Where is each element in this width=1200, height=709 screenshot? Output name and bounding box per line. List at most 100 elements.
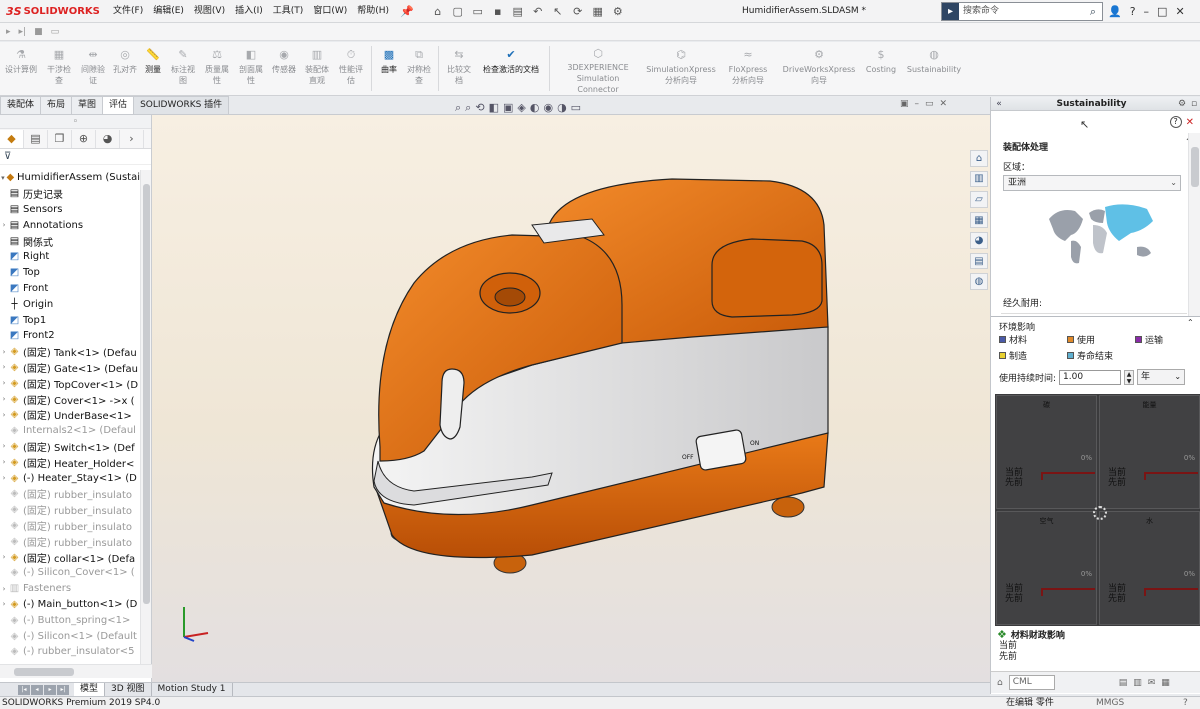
- appearances-icon[interactable]: ◕: [970, 232, 988, 249]
- expand-toggle-icon[interactable]: ›: [0, 411, 8, 419]
- impact-quadrant[interactable]: 空气 0% 当前 先前: [996, 511, 1097, 625]
- tree-node[interactable]: ◈ (固定) rubber_insulato: [0, 533, 140, 549]
- search-mode-icon[interactable]: ▸: [942, 3, 959, 20]
- filter-icon[interactable]: ⊽: [0, 149, 151, 165]
- new-icon[interactable]: ▢: [450, 3, 466, 19]
- tree-scrollbar[interactable]: [140, 170, 151, 664]
- humidifier-model[interactable]: OFF ON: [152, 115, 990, 682]
- home-icon[interactable]: ⌂: [430, 3, 446, 19]
- stop-icon[interactable]: ■: [34, 27, 43, 37]
- appearance-icon[interactable]: ◉: [543, 101, 553, 114]
- tree-node[interactable]: ◈ (-) Silicon_Cover<1> (: [0, 565, 140, 581]
- ribbon-button-interference[interactable]: ▦ 干涉检 查: [42, 42, 76, 95]
- display-style-icon[interactable]: ◈: [517, 101, 525, 114]
- tree-node[interactable]: ◈ (-) Silicon<1> (Default: [0, 628, 140, 644]
- panel-scrollbar[interactable]: [1188, 133, 1200, 316]
- search-input[interactable]: 搜索命令: [959, 3, 1084, 20]
- tile-icon[interactable]: ▭: [925, 99, 934, 109]
- panel-collapse-handle[interactable]: ◦: [0, 115, 151, 129]
- ribbon-button-check-doc[interactable]: ✔ 检查激活的文档: [476, 42, 546, 95]
- export-icon[interactable]: ▦: [1161, 678, 1170, 688]
- tree-node[interactable]: ◈ (固定) rubber_insulato: [0, 518, 140, 534]
- view-orientation-icon[interactable]: ▣: [503, 101, 513, 114]
- tree-node[interactable]: ◩ Front: [0, 281, 140, 297]
- ribbon-button-sustainability[interactable]: ◍ Sustainability: [901, 42, 967, 95]
- pin-menu-icon[interactable]: 📌: [394, 5, 420, 18]
- region-world-map[interactable]: [1043, 197, 1159, 269]
- last-tab-icon[interactable]: ▸|: [57, 684, 69, 695]
- use-duration-spinner[interactable]: ▲ ▼: [1124, 369, 1135, 385]
- home-icon[interactable]: ⌂: [997, 678, 1003, 688]
- scene-icon[interactable]: ◑: [557, 101, 567, 114]
- import-icon[interactable]: ▥: [1133, 678, 1142, 688]
- minimize-icon[interactable]: –: [915, 99, 920, 109]
- restore-icon[interactable]: ▣: [900, 99, 909, 109]
- expand-toggle-icon[interactable]: ›: [0, 585, 8, 593]
- tree-node[interactable]: ◈ Internals2<1> (Defaul: [0, 423, 140, 439]
- prev-tab-icon[interactable]: ◂: [31, 684, 43, 695]
- model-tab[interactable]: Motion Study 1: [152, 683, 233, 696]
- record-icon[interactable]: ▭: [51, 27, 60, 37]
- custom-props-icon[interactable]: ▤: [970, 252, 988, 270]
- ribbon-button-performance[interactable]: ⏱ 性能评 估: [334, 42, 368, 95]
- scrollbar-thumb[interactable]: [1191, 147, 1199, 187]
- menu-item[interactable]: 插入(I): [230, 0, 268, 23]
- cm-tab[interactable]: 草图: [71, 96, 104, 114]
- ribbon-button-section[interactable]: ◧ 剖面属 性: [234, 42, 268, 95]
- ribbon-button-driveworks[interactable]: ⚙ DriveWorksXpress 向导: [777, 42, 861, 95]
- menu-item[interactable]: 工具(T): [268, 0, 309, 23]
- zoom-fit-icon[interactable]: ⌕: [455, 101, 461, 115]
- file-props-icon[interactable]: ▦: [590, 3, 606, 19]
- expand-toggle-icon[interactable]: ›: [0, 600, 8, 608]
- tree-node[interactable]: ◩ Top1: [0, 312, 140, 328]
- model-tab[interactable]: 3D 视图: [105, 683, 152, 696]
- previous-view-icon[interactable]: ⟲: [475, 101, 484, 114]
- minimize-button[interactable]: –: [1144, 5, 1150, 18]
- region-select[interactable]: 亚洲 ⌄: [1003, 175, 1181, 191]
- impact-quadrant[interactable]: 碳 0% 当前 先前: [996, 395, 1097, 509]
- tree-node[interactable]: › ◈ (固定) Gate<1> (Defau: [0, 360, 140, 376]
- scrollbar-thumb[interactable]: [14, 668, 74, 676]
- expand-toggle-icon[interactable]: ›: [0, 553, 8, 561]
- menu-item[interactable]: 视图(V): [189, 0, 230, 23]
- tree-node[interactable]: › ◈ (固定) collar<1> (Defa: [0, 549, 140, 565]
- tree-node[interactable]: ┼ Origin: [0, 296, 140, 312]
- help-icon[interactable]: ?: [1169, 116, 1182, 128]
- ribbon-button-markup[interactable]: ✎ 标注视 图: [166, 42, 200, 95]
- more-tabs-icon[interactable]: ›: [120, 129, 144, 148]
- ribbon-button-3dx[interactable]: ⬡ 3DEXPERIENCE Simulation Connector: [553, 42, 643, 95]
- cm-tab[interactable]: 装配体: [0, 96, 42, 114]
- zoom-area-icon[interactable]: ⌕: [465, 101, 471, 115]
- menu-item[interactable]: 编辑(E): [148, 0, 189, 23]
- feature-tree-tab-icon[interactable]: ◆: [0, 129, 24, 148]
- tree-node[interactable]: › ◈ (固定) TopCover<1> (D: [0, 375, 140, 391]
- expand-toggle-icon[interactable]: ›: [0, 363, 8, 371]
- view-palette-icon[interactable]: ▦: [970, 211, 988, 229]
- help-button[interactable]: ?: [1130, 5, 1136, 18]
- undo-icon[interactable]: ↶: [530, 3, 546, 19]
- open-icon[interactable]: ▭: [470, 3, 486, 19]
- tree-node[interactable]: › ◈ (-) Main_button<1> (D: [0, 597, 140, 613]
- print-icon[interactable]: ▤: [510, 3, 526, 19]
- ribbon-button-curvature[interactable]: ▩ 曲率: [375, 42, 403, 95]
- email-icon[interactable]: ✉: [1148, 678, 1156, 688]
- scrollbar-thumb[interactable]: [143, 184, 150, 604]
- status-units[interactable]: MMGS: [1096, 697, 1124, 709]
- file-explorer-icon[interactable]: ▱: [970, 191, 988, 208]
- monitor-icon[interactable]: ▭: [571, 101, 581, 114]
- model-tab[interactable]: 模型: [74, 683, 106, 696]
- impact-quadrant[interactable]: 水 0% 当前 先前: [1099, 511, 1200, 625]
- search-icon[interactable]: ⌕: [1084, 5, 1102, 19]
- expand-toggle-icon[interactable]: ›: [0, 395, 8, 403]
- expand-toggle-icon[interactable]: ›: [0, 442, 8, 450]
- tree-node[interactable]: ◩ Front2: [0, 328, 140, 344]
- expand-toggle-icon[interactable]: ›: [0, 379, 8, 387]
- step-icon[interactable]: ▸|: [19, 27, 27, 37]
- collapse-icon[interactable]: «: [991, 99, 1007, 109]
- property-manager-tab-icon[interactable]: ▤: [24, 129, 48, 148]
- close-icon[interactable]: ✕: [1186, 117, 1194, 128]
- expand-toggle-icon[interactable]: ›: [0, 474, 8, 482]
- close-icon[interactable]: ✕: [940, 99, 948, 109]
- impact-quadrant[interactable]: 能量 0% 当前 先前: [1099, 395, 1200, 509]
- cm-tab[interactable]: SOLIDWORKS 插件: [133, 96, 230, 114]
